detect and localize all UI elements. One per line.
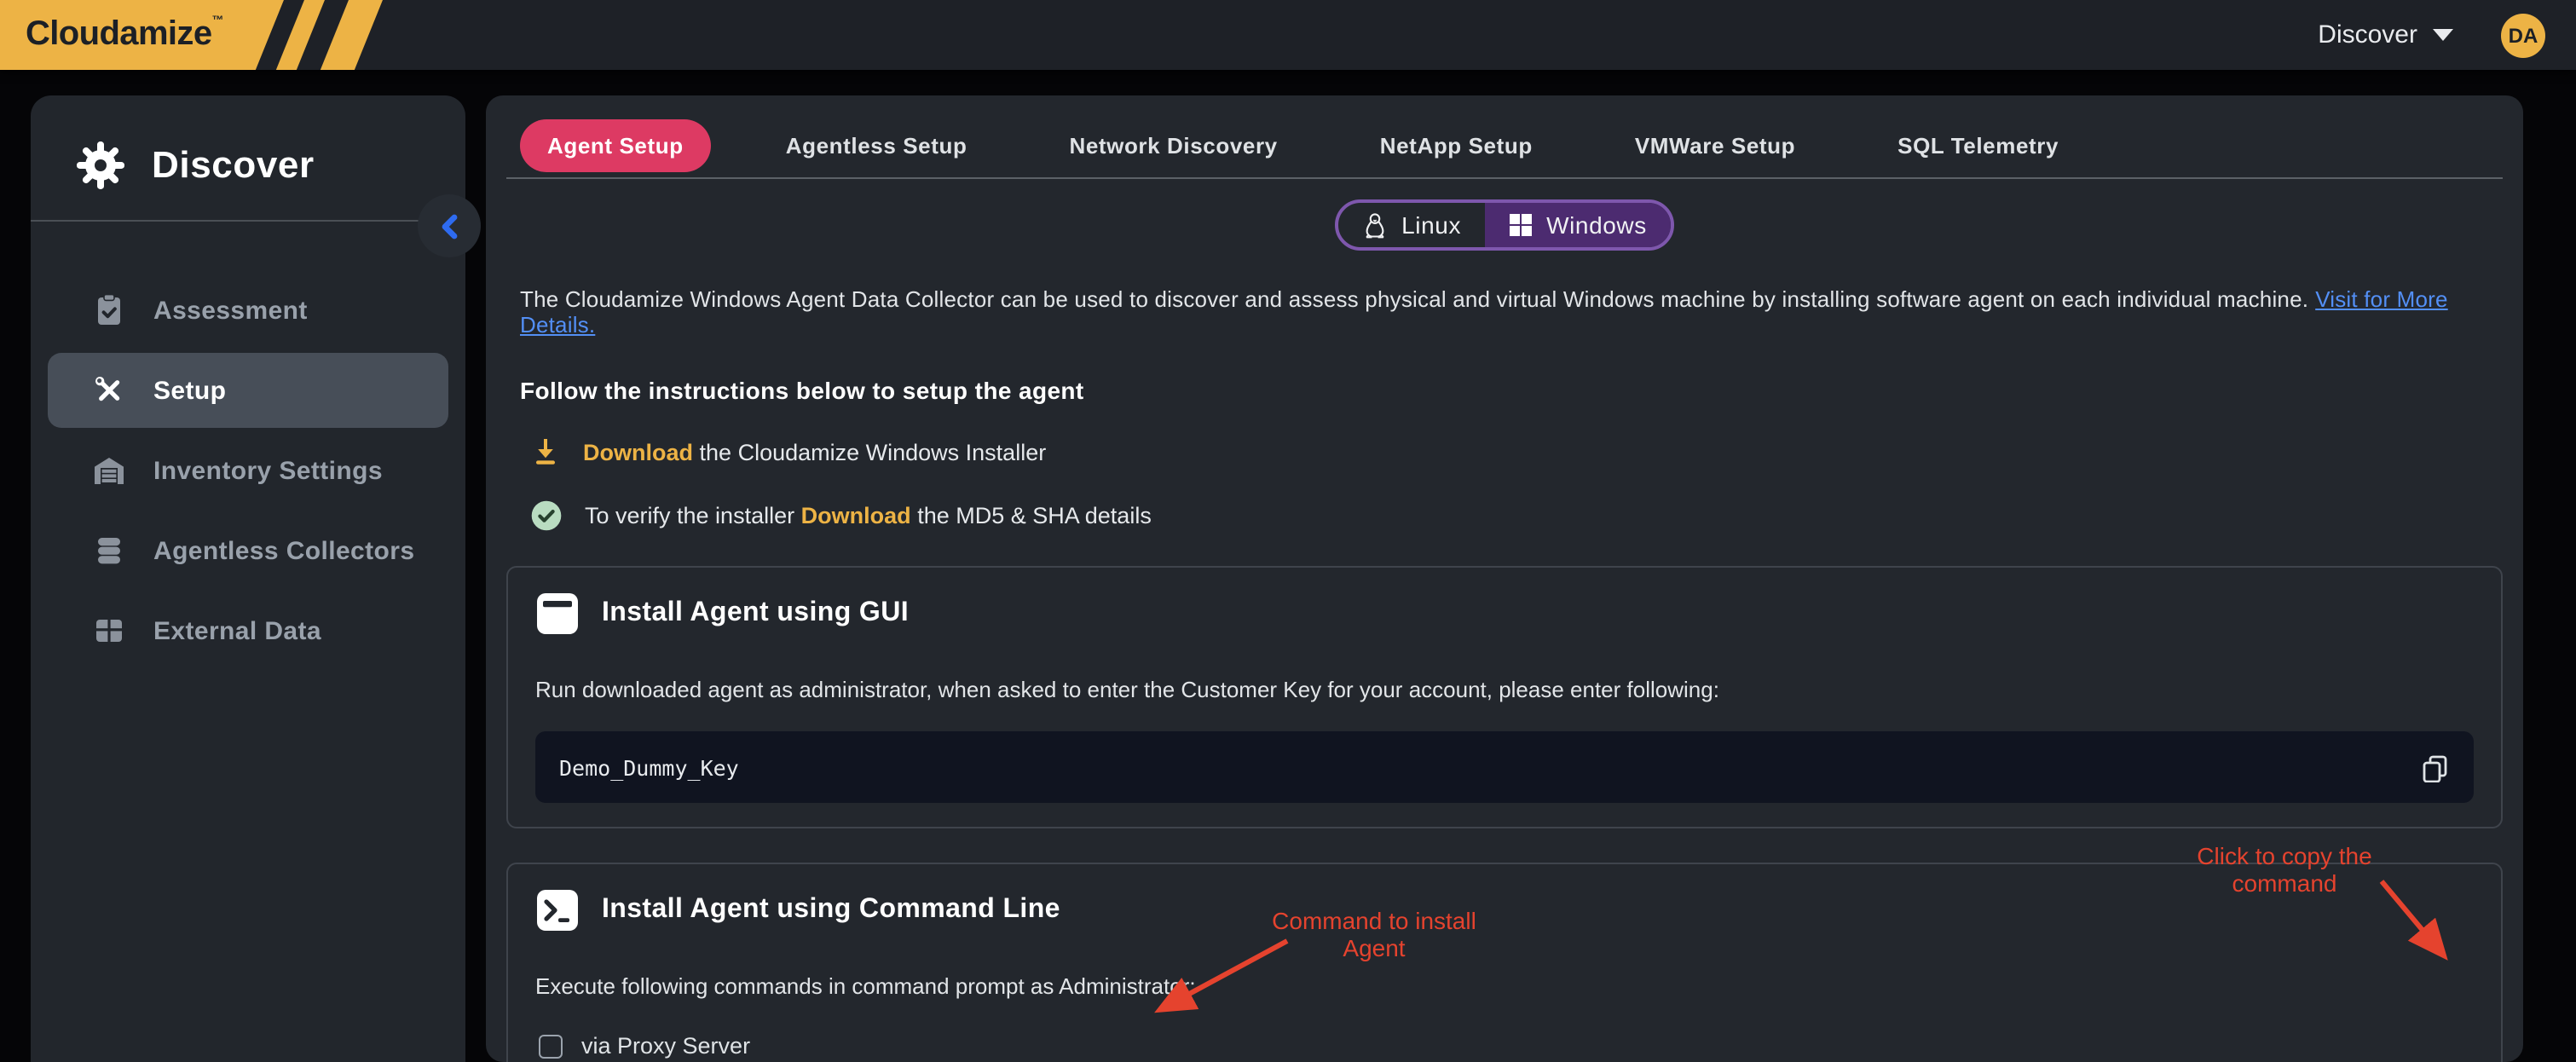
avatar[interactable]: DA (2501, 13, 2545, 57)
sidebar-item-label: Setup (153, 376, 226, 405)
tab-network-discovery[interactable]: Network Discovery (1042, 119, 1304, 172)
step-verify-installer: To verify the installer Download the MD5… (506, 499, 2503, 532)
logo-stripe (317, 0, 385, 70)
terminal-icon (535, 888, 580, 932)
windows-logo-icon (1509, 213, 1533, 237)
card-title: Install Agent using GUI (602, 598, 909, 629)
proxy-checkbox-label: via Proxy Server (581, 1033, 750, 1059)
step-text: To verify the installer Download the MD5… (585, 503, 1152, 528)
card-title: Install Agent using Command Line (602, 895, 1060, 926)
tab-sql-telemetry[interactable]: SQL Telemetry (1870, 119, 2086, 172)
customer-key-value: Demo_Dummy_Key (559, 754, 739, 780)
logo-text: Cloudamize™ (26, 15, 223, 55)
sidebar-title: Discover (152, 143, 315, 188)
main-panel: Agent Setup Agentless Setup Network Disc… (486, 95, 2523, 1062)
linux-penguin-icon (1362, 211, 1388, 239)
database-icon (92, 535, 126, 566)
toggle-windows[interactable]: Windows (1485, 203, 1671, 247)
copy-icon (2421, 753, 2450, 782)
toggle-linux[interactable]: Linux (1338, 203, 1485, 247)
tab-agent-setup[interactable]: Agent Setup (520, 119, 711, 172)
sidebar-item-agentless-collectors[interactable]: Agentless Collectors (48, 513, 448, 588)
sidebar: Discover Assessment (31, 95, 465, 1062)
sidebar-item-label: Inventory Settings (153, 456, 383, 485)
tab-agentless-setup[interactable]: Agentless Setup (759, 119, 995, 172)
sidebar-header: Discover (31, 95, 465, 191)
toggle-linux-label: Linux (1401, 211, 1461, 239)
sidebar-item-assessment[interactable]: Assessment (48, 273, 448, 348)
proxy-checkbox[interactable] (539, 1034, 563, 1058)
tab-vmware-setup[interactable]: VMWare Setup (1608, 119, 1822, 172)
top-header: Cloudamize™ Discover DA (0, 0, 2576, 70)
logo-trademark: ™ (212, 15, 223, 27)
toggle-windows-label: Windows (1546, 211, 1647, 239)
sidebar-item-setup[interactable]: Setup (48, 353, 448, 428)
sidebar-nav: Assessment Setup (31, 273, 465, 668)
discover-dropdown-label: Discover (2318, 20, 2417, 49)
tools-icon (92, 373, 126, 407)
gear-icon (75, 140, 126, 191)
logo-stripe (273, 0, 327, 70)
instructions-heading: Follow the instructions below to setup t… (506, 377, 2503, 404)
chevron-left-icon (434, 211, 465, 241)
page: Cloudamize™ Discover DA (0, 0, 2576, 1062)
download-icon (530, 436, 561, 467)
setup-tabs: Agent Setup Agentless Setup Network Disc… (520, 95, 2503, 172)
download-md5-link[interactable]: Download (801, 503, 911, 528)
table-grid-icon (92, 617, 126, 644)
sidebar-item-external-data[interactable]: External Data (48, 593, 448, 668)
card-body-text: Run downloaded agent as administrator, w… (535, 677, 2474, 702)
tab-netapp-setup[interactable]: NetApp Setup (1353, 119, 1560, 172)
tabs-divider (506, 177, 2503, 179)
card-body-text: Execute following commands in command pr… (535, 973, 2474, 999)
sidebar-item-label: Assessment (153, 296, 308, 325)
install-gui-card: Install Agent using GUI Run downloaded a… (506, 566, 2503, 828)
os-toggle: Linux Windows (1335, 199, 1674, 251)
warehouse-icon (92, 455, 126, 486)
cloudamize-logo: Cloudamize™ (0, 0, 409, 70)
annotation-click-to-copy: Click to copy the command (2123, 842, 2446, 897)
check-circle-icon (530, 499, 563, 532)
discover-dropdown[interactable]: Discover (2318, 20, 2453, 49)
sidebar-item-label: Agentless Collectors (153, 536, 414, 565)
copy-key-button[interactable] (2421, 753, 2450, 782)
chevron-down-icon (2433, 29, 2453, 41)
sidebar-item-label: External Data (153, 616, 321, 645)
sidebar-item-inventory-settings[interactable]: Inventory Settings (48, 433, 448, 508)
annotation-install-command: Command to install Agent (1212, 907, 1536, 961)
clipboard-check-icon (92, 293, 126, 327)
sidebar-collapse-button[interactable] (418, 194, 481, 257)
proxy-checkbox-row: via Proxy Server (535, 1033, 2474, 1059)
step-download-installer: Download the Cloudamize Windows Installe… (506, 436, 2503, 467)
window-icon (535, 592, 580, 636)
sidebar-divider (31, 220, 465, 222)
step-text: Download the Cloudamize Windows Installe… (583, 439, 1046, 465)
download-installer-link[interactable]: Download (583, 439, 693, 465)
customer-key-codeblock: Demo_Dummy_Key (535, 731, 2474, 803)
intro-paragraph: The Cloudamize Windows Agent Data Collec… (506, 286, 2503, 338)
